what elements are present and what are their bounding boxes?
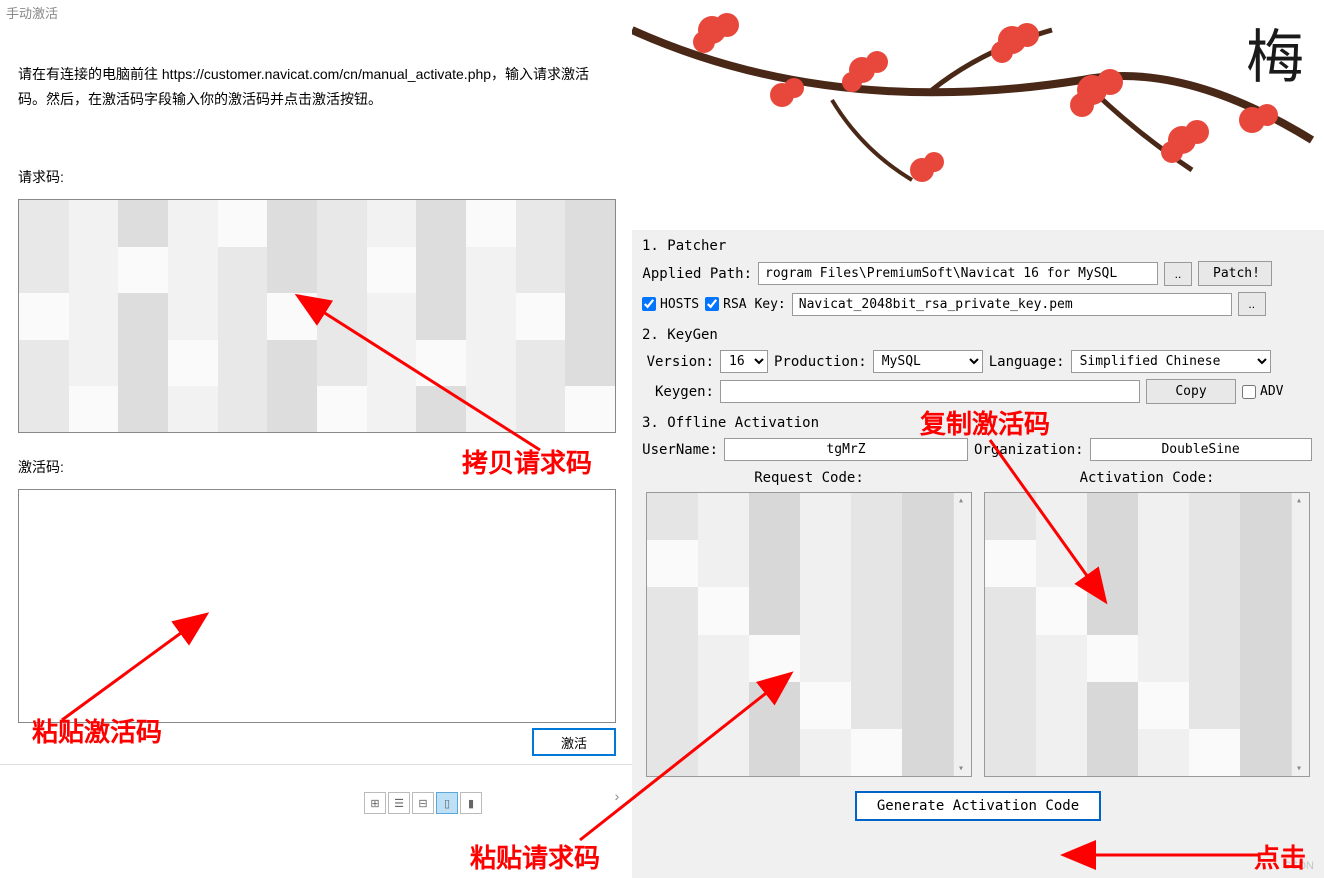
- request-code-textarea[interactable]: [18, 199, 616, 433]
- instruction-text: 请在有连接的电脑前往 https://customer.navicat.com/…: [18, 62, 614, 112]
- plum-blossom-illustration: [632, 0, 1324, 230]
- adv-checkbox[interactable]: ADV: [1242, 384, 1283, 399]
- applied-path-label: Applied Path:: [642, 266, 752, 282]
- scroll-right-icon[interactable]: ›: [608, 776, 626, 816]
- keygen-input[interactable]: [720, 380, 1140, 403]
- mei-calligraphy: 梅: [1246, 10, 1304, 94]
- production-label: Production:: [774, 354, 867, 370]
- activation-code-box[interactable]: [984, 492, 1310, 777]
- bottom-toolbar: [0, 764, 632, 822]
- manual-activation-dialog: 手动激活 请在有连接的电脑前往 https://customer.navicat…: [0, 0, 632, 878]
- organization-label: Organization:: [974, 442, 1084, 458]
- username-input[interactable]: [724, 438, 968, 461]
- generate-activation-button[interactable]: Generate Activation Code: [855, 791, 1101, 821]
- scrollbar[interactable]: [953, 493, 971, 776]
- scrollbar[interactable]: [1291, 493, 1309, 776]
- production-select[interactable]: MySQL: [873, 350, 983, 373]
- activation-code-textarea[interactable]: [18, 489, 616, 723]
- browse-path-button[interactable]: ..: [1164, 262, 1192, 286]
- rsa-key-checkbox[interactable]: RSA Key:: [705, 297, 786, 312]
- keygen-label: Keygen:: [642, 384, 714, 400]
- browse-rsa-button[interactable]: ..: [1238, 292, 1266, 316]
- view-mode-toolbar: ⊞ ☰ ⊟ ▯ ▮: [364, 792, 482, 814]
- rsa-key-input[interactable]: [792, 293, 1232, 316]
- organization-input[interactable]: [1090, 438, 1312, 461]
- grid-view-icon[interactable]: ⊞: [364, 792, 386, 814]
- keygen-section-title: 2. KeyGen: [632, 319, 1324, 347]
- dialog-title: 手动激活: [0, 0, 632, 25]
- copy-button[interactable]: Copy: [1146, 379, 1236, 404]
- panel-view-icon[interactable]: ▯: [436, 792, 458, 814]
- version-label: Version:: [642, 354, 714, 370]
- activation-code-header: Activation Code:: [984, 464, 1310, 492]
- activation-code-label: 激活码:: [18, 457, 614, 477]
- request-code-box[interactable]: [646, 492, 972, 777]
- plum-blossom-header: 梅: [632, 0, 1324, 230]
- patch-button[interactable]: Patch!: [1198, 261, 1272, 286]
- language-select[interactable]: Simplified Chinese: [1071, 350, 1271, 373]
- hosts-checkbox[interactable]: HOSTS: [642, 297, 699, 312]
- list-view-icon[interactable]: ☰: [388, 792, 410, 814]
- request-code-header: Request Code:: [646, 464, 972, 492]
- split-view-icon[interactable]: ▮: [460, 792, 482, 814]
- applied-path-input[interactable]: [758, 262, 1158, 285]
- watermark: CSDN: [1283, 860, 1314, 872]
- username-label: UserName:: [642, 442, 718, 458]
- activate-button[interactable]: 激活: [532, 728, 616, 756]
- keygen-app: 梅 1. Patcher Applied Path: .. Patch! HOS…: [632, 0, 1324, 878]
- offline-section-title: 3. Offline Activation: [632, 407, 1324, 435]
- detail-view-icon[interactable]: ⊟: [412, 792, 434, 814]
- request-code-label: 请求码:: [18, 167, 614, 187]
- language-label: Language:: [989, 354, 1065, 370]
- version-select[interactable]: 16: [720, 350, 768, 373]
- patcher-section-title: 1. Patcher: [632, 230, 1324, 258]
